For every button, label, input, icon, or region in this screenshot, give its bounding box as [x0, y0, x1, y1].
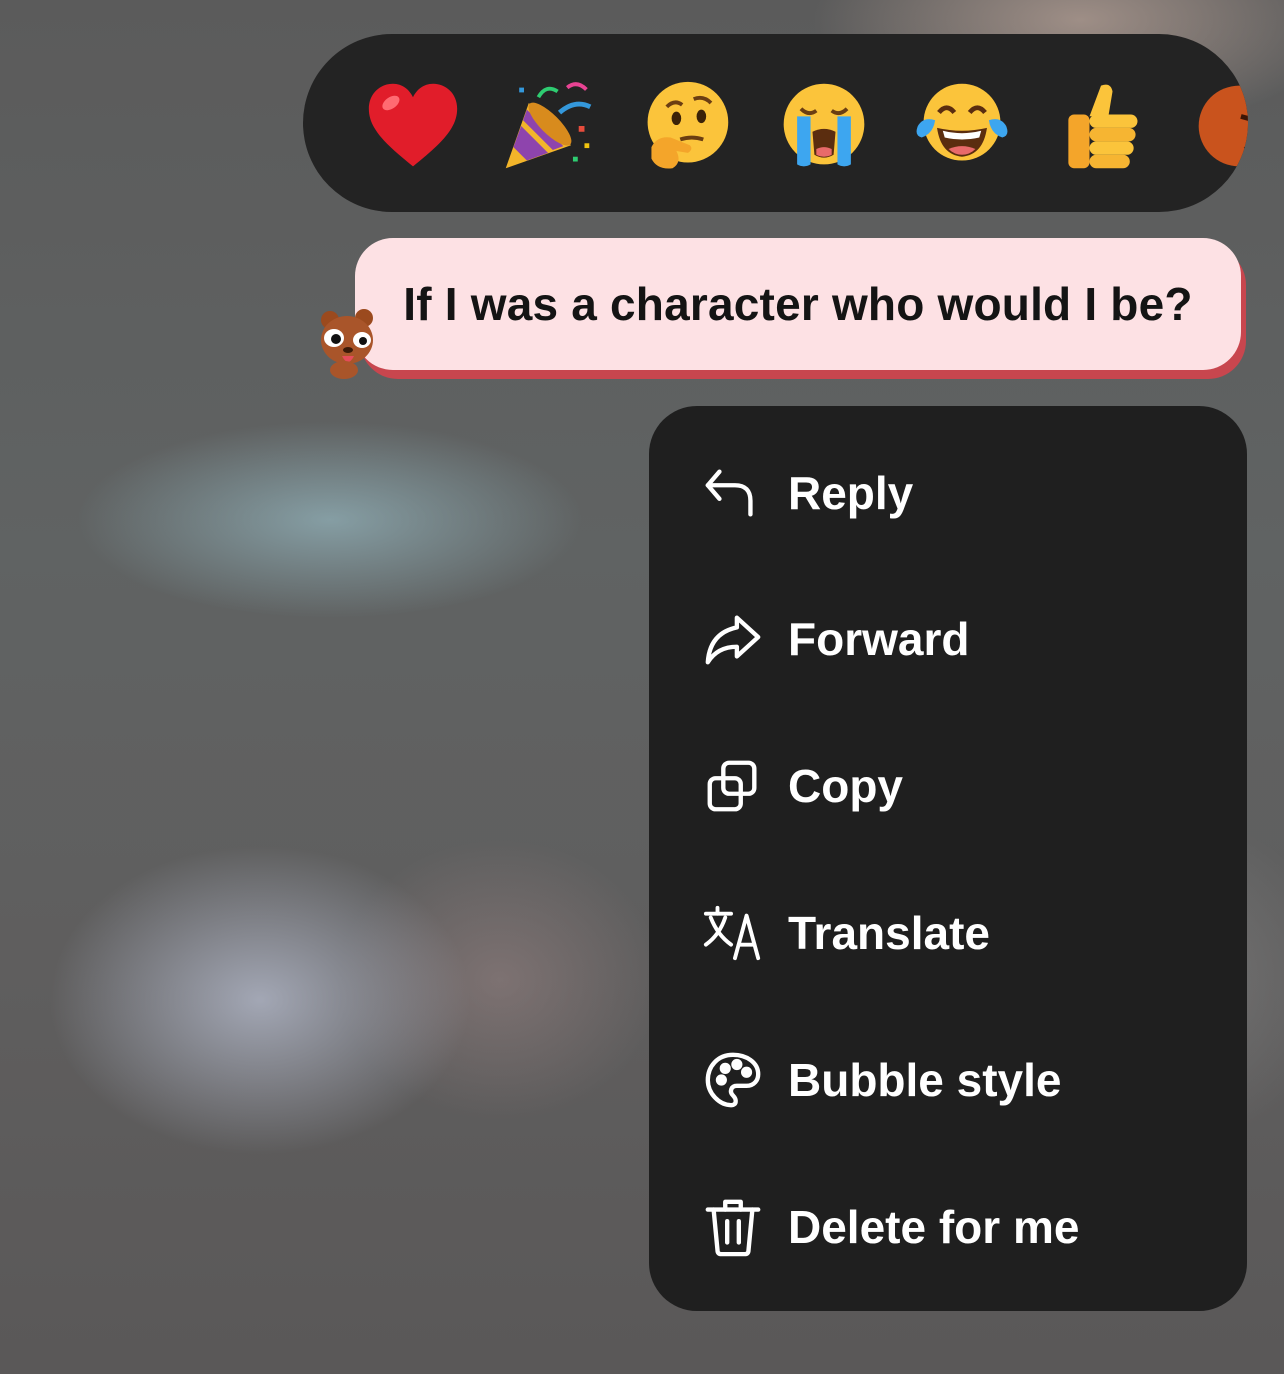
- menu-item-reply[interactable]: Reply: [649, 433, 1247, 553]
- reaction-angry[interactable]: [1191, 78, 1248, 174]
- reaction-heart[interactable]: [365, 78, 461, 174]
- reaction-thumbs-up[interactable]: [1053, 78, 1149, 174]
- reaction-crying[interactable]: [776, 78, 872, 174]
- angry-face-icon: [1191, 78, 1248, 174]
- menu-item-translate[interactable]: Translate: [649, 873, 1247, 993]
- menu-item-label: Delete for me: [788, 1201, 1080, 1253]
- reaction-thinking[interactable]: [638, 78, 734, 174]
- forward-arrow-icon: [701, 607, 765, 671]
- palette-icon: [701, 1048, 765, 1112]
- trash-icon: [701, 1195, 765, 1259]
- menu-item-label: Reply: [788, 467, 914, 519]
- message-text: If I was a character who would I be?: [403, 278, 1193, 330]
- reaction-bar: [303, 34, 1248, 212]
- reaction-party[interactable]: [500, 78, 596, 174]
- bear-sticker-icon: [314, 304, 380, 380]
- menu-item-delete[interactable]: Delete for me: [649, 1167, 1247, 1287]
- party-popper-icon: [500, 78, 596, 174]
- menu-item-label: Translate: [788, 907, 990, 959]
- menu-item-label: Forward: [788, 613, 970, 665]
- tears-of-joy-face-icon: [914, 78, 1010, 174]
- message-context-menu: Reply Forward Copy Translate Bubble styl…: [649, 406, 1247, 1311]
- reply-arrow-icon: [701, 461, 765, 525]
- menu-item-label: Bubble style: [788, 1054, 1062, 1106]
- reaction-laughing[interactable]: [914, 78, 1010, 174]
- loudly-crying-face-icon: [776, 78, 872, 174]
- menu-item-forward[interactable]: Forward: [649, 579, 1247, 699]
- translate-icon: [701, 901, 765, 965]
- menu-item-bubble-style[interactable]: Bubble style: [649, 1020, 1247, 1140]
- thumbs-up-icon: [1053, 78, 1149, 174]
- thinking-face-icon: [638, 78, 734, 174]
- menu-item-copy[interactable]: Copy: [649, 726, 1247, 846]
- copy-icon: [701, 754, 765, 818]
- menu-item-label: Copy: [788, 760, 903, 812]
- red-heart-icon: [365, 78, 461, 174]
- message-bubble[interactable]: If I was a character who would I be?: [355, 238, 1241, 370]
